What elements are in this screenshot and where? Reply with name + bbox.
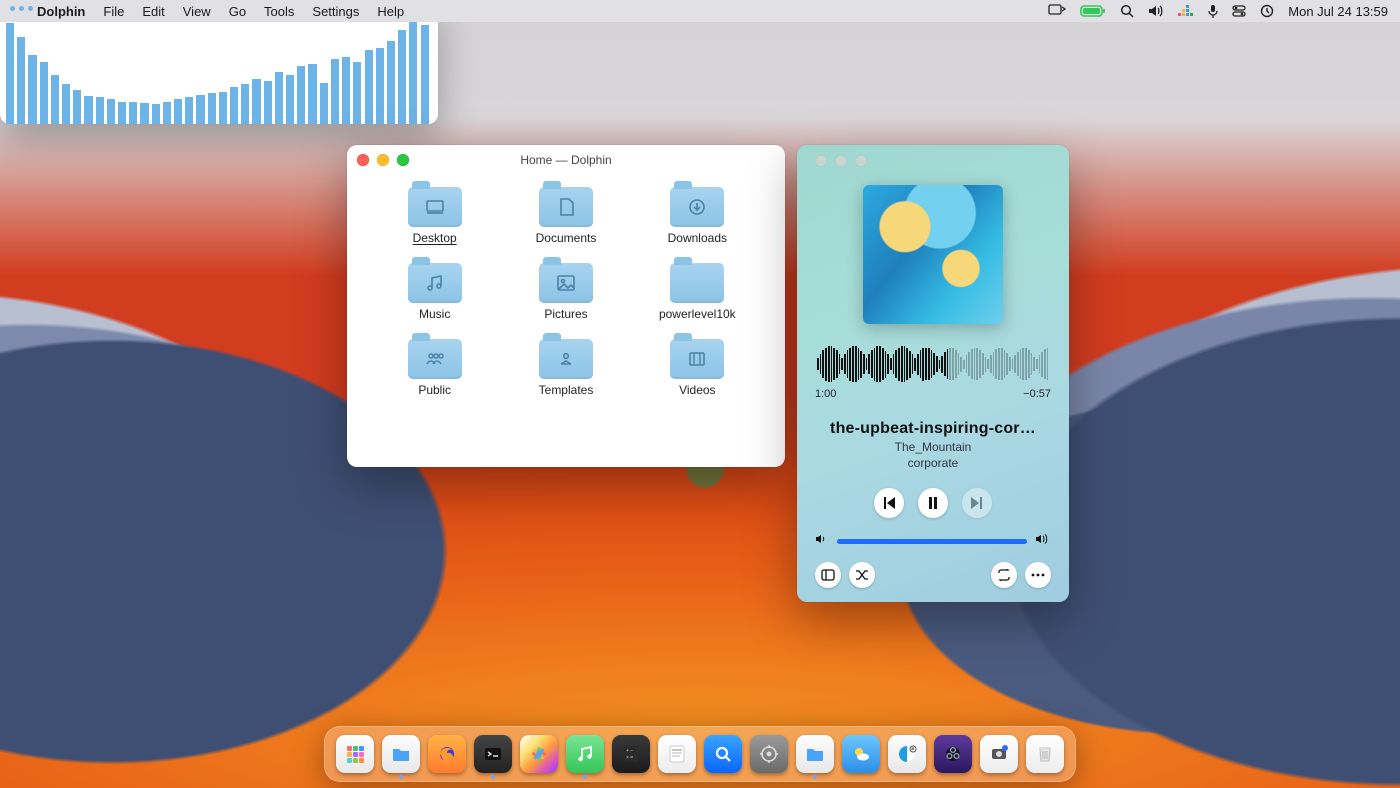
dock-photos-icon[interactable] — [520, 735, 558, 773]
search-status-icon[interactable] — [1120, 4, 1134, 18]
volume-high-icon — [1035, 532, 1051, 550]
folder-desktop[interactable]: Desktop — [369, 179, 500, 245]
dock-files-icon[interactable] — [382, 735, 420, 773]
control-center-icon[interactable] — [1232, 5, 1246, 17]
folder-documents[interactable]: Documents — [500, 179, 631, 245]
dock-search-icon[interactable] — [704, 735, 742, 773]
sidebar-toggle-button[interactable] — [815, 562, 841, 588]
desktop-folder-icon — [408, 187, 462, 227]
window-maximize-button[interactable] — [397, 154, 409, 166]
menubar-clock[interactable]: Mon Jul 24 13:59 — [1288, 4, 1388, 19]
dock: + −× = — [324, 726, 1076, 782]
active-app-name[interactable]: Dolphin — [28, 4, 94, 19]
menu-tools[interactable]: Tools — [255, 4, 303, 19]
folder-powerlevel10k[interactable]: powerlevel10k — [632, 255, 763, 321]
folder-label: Music — [419, 307, 450, 321]
video-folder-icon — [670, 339, 724, 379]
folder-templates[interactable]: Templates — [500, 331, 631, 397]
menu-edit[interactable]: Edit — [133, 4, 173, 19]
dock-settings-icon[interactable] — [750, 735, 788, 773]
plain-folder-icon — [670, 263, 724, 303]
battery-status-icon[interactable] — [1080, 5, 1106, 17]
dock-terminal-icon[interactable] — [474, 735, 512, 773]
dock-trash-icon[interactable] — [1026, 735, 1064, 773]
dock-music-icon[interactable] — [566, 735, 604, 773]
menu-settings[interactable]: Settings — [303, 4, 368, 19]
previous-button[interactable] — [874, 488, 904, 518]
svg-text:× =: × = — [626, 755, 633, 761]
dock-activity-icon[interactable] — [888, 735, 926, 773]
shuffle-button[interactable] — [849, 562, 875, 588]
dock-screenshot-icon[interactable] — [980, 735, 1018, 773]
pause-button[interactable] — [918, 488, 948, 518]
music-player-window: 1:00 −0:57 the-upbeat-inspiring-cor… The… — [797, 145, 1069, 602]
folder-music[interactable]: Music — [369, 255, 500, 321]
volume-slider[interactable] — [837, 539, 1027, 544]
folder-label: Pictures — [544, 307, 587, 321]
mic-status-icon[interactable] — [1208, 4, 1218, 18]
menubar: Dolphin File Edit View Go Tools Settings… — [0, 0, 1400, 22]
dock-notes-icon[interactable] — [658, 735, 696, 773]
time-elapsed: 1:00 — [815, 388, 836, 400]
player-close-button[interactable] — [815, 155, 827, 167]
picture-folder-icon — [539, 263, 593, 303]
folder-label: Templates — [539, 383, 594, 397]
template-folder-icon — [539, 339, 593, 379]
menu-view[interactable]: View — [174, 4, 220, 19]
dock-launchpad-icon[interactable] — [336, 735, 374, 773]
menu-file[interactable]: File — [94, 4, 133, 19]
display-status-icon[interactable] — [1048, 4, 1066, 18]
deezer-status-icon[interactable] — [1178, 5, 1194, 17]
folder-label: Desktop — [413, 231, 457, 245]
track-artist: The_Mountain — [815, 440, 1051, 454]
folder-public[interactable]: Public — [369, 331, 500, 397]
volume-status-icon[interactable] — [1148, 4, 1164, 18]
folder-label: Videos — [679, 383, 715, 397]
window-minimize-button[interactable] — [377, 154, 389, 166]
dock-firefox-icon[interactable] — [428, 735, 466, 773]
repeat-button[interactable] — [991, 562, 1017, 588]
document-folder-icon — [539, 187, 593, 227]
waveform-seek[interactable] — [817, 346, 1049, 382]
dock-calculator-icon[interactable]: + −× = — [612, 735, 650, 773]
menu-go[interactable]: Go — [220, 4, 255, 19]
player-minimize-button[interactable] — [835, 155, 847, 167]
volume-low-icon — [815, 532, 829, 550]
time-remaining: −0:57 — [1023, 388, 1051, 400]
player-maximize-button[interactable] — [855, 155, 867, 167]
clock-status-icon[interactable] — [1260, 4, 1274, 18]
track-title: the-upbeat-inspiring-cor… — [815, 420, 1051, 438]
window-close-button[interactable] — [357, 154, 369, 166]
folder-videos[interactable]: Videos — [632, 331, 763, 397]
download-folder-icon — [670, 187, 724, 227]
dock-weather-icon[interactable] — [842, 735, 880, 773]
menu-help[interactable]: Help — [368, 4, 413, 19]
folder-label: Public — [418, 383, 451, 397]
folder-label: Documents — [536, 231, 597, 245]
widget-menu-dots[interactable] — [10, 6, 33, 11]
folder-downloads[interactable]: Downloads — [632, 179, 763, 245]
folder-pictures[interactable]: Pictures — [500, 255, 631, 321]
svg-text:+ −: + − — [626, 748, 633, 754]
dock-obs-icon[interactable] — [934, 735, 972, 773]
folder-label: Downloads — [668, 231, 727, 245]
next-button[interactable] — [962, 488, 992, 518]
album-art — [863, 185, 1003, 324]
music-folder-icon — [408, 263, 462, 303]
folder-label: powerlevel10k — [659, 307, 736, 321]
dock-finder-icon[interactable] — [796, 735, 834, 773]
people-folder-icon — [408, 339, 462, 379]
window-title: Home — Dolphin — [520, 153, 611, 167]
more-button[interactable] — [1025, 562, 1051, 588]
dolphin-window: Home — Dolphin Desktop Documents Downloads… — [347, 145, 785, 467]
track-album: corporate — [815, 456, 1051, 470]
